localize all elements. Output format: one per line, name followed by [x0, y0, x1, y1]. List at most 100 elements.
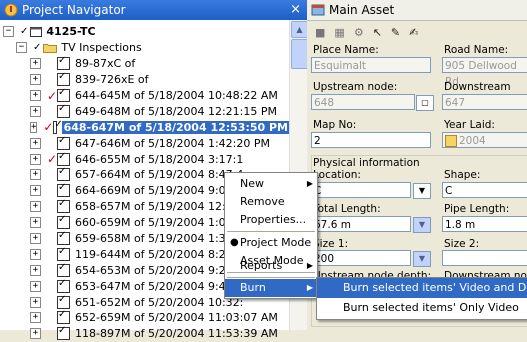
scroll-thumb[interactable]: [291, 39, 308, 69]
place-name-field[interactable]: Esquimalt: [311, 57, 431, 73]
tree-item[interactable]: +652-659M of 5/20/2004 11:03:07 AM: [0, 309, 290, 326]
menu-item-remove[interactable]: Remove: [225, 193, 317, 211]
checkbox-icon[interactable]: [57, 246, 70, 261]
expand-icon[interactable]: +: [30, 185, 41, 197]
total-length-field[interactable]: 67.6 m: [311, 216, 411, 232]
checkbox-icon[interactable]: [57, 103, 70, 118]
move-icon[interactable]: ↖: [373, 26, 382, 39]
expand-icon[interactable]: +: [30, 248, 41, 260]
tree-item[interactable]: +839-726xE of: [0, 71, 290, 88]
size1-label: Size 1:: [313, 238, 349, 250]
expand-icon[interactable]: +: [30, 312, 41, 324]
checkbox-icon[interactable]: [57, 309, 70, 325]
shape-field[interactable]: C: [442, 182, 527, 198]
draw-icon[interactable]: ✎: [391, 26, 400, 39]
scroll-up-icon[interactable]: ▲: [291, 21, 308, 38]
tools-icon[interactable]: ⚙: [354, 26, 364, 39]
tree-item[interactable]: +649-648M of 5/18/2004 12:21:15 PM: [0, 103, 290, 119]
expand-icon[interactable]: +: [30, 328, 41, 340]
save-icon[interactable]: ■: [315, 26, 325, 39]
tree-item[interactable]: + ✓ 648-647M of 5/18/2004 12:53:50 PM: [0, 119, 290, 135]
place-name-label: Place Name:: [313, 44, 379, 56]
chevron-down-icon[interactable]: ▼: [413, 217, 431, 233]
expand-icon[interactable]: +: [30, 233, 41, 245]
asset-icon: [311, 4, 325, 16]
asset-toolbar: ■ ▦ ⚙ ↖ ✎ ✍: [307, 21, 527, 43]
tree-folder[interactable]: − ✓ TV Inspections: [0, 40, 290, 56]
modified-check-icon: ✓: [47, 88, 58, 103]
checkbox-icon[interactable]: [57, 278, 70, 293]
checkbox-icon[interactable]: [57, 230, 70, 246]
expand-icon[interactable]: +: [30, 153, 41, 165]
menu-item-project-mode[interactable]: ● Project Mode: [225, 234, 317, 252]
expand-icon[interactable]: +: [30, 90, 41, 101]
expand-icon[interactable]: +: [30, 280, 41, 292]
location-field[interactable]: C: [311, 182, 411, 198]
road-name-field[interactable]: 905 Dellwood Rd: [442, 57, 527, 88]
tree-item-label: 658-657M of 5/19/2004 12:06:: [75, 200, 244, 214]
tree-item[interactable]: +89-87xC of: [0, 55, 290, 72]
tree-item-label: 649-648M of 5/18/2004 12:21:15 PM: [75, 104, 277, 118]
expand-icon[interactable]: +: [30, 201, 41, 213]
expand-icon[interactable]: +: [30, 137, 41, 149]
tree-item[interactable]: + ✓ 646-655M of 5/18/2004 3:17:1: [0, 151, 290, 167]
checkbox-icon[interactable]: [57, 262, 70, 277]
chevron-down-icon[interactable]: ▼: [413, 251, 431, 267]
menu-separator: [227, 277, 315, 278]
tree-item[interactable]: +118-897M of 5/20/2004 11:53:39 AM: [0, 325, 290, 342]
menu-item-burn[interactable]: Burn ▶: [225, 279, 317, 297]
road-name-label: Road Name:: [444, 44, 509, 56]
checkbox-icon[interactable]: [57, 135, 70, 150]
year-laid-label: Year Laid:: [444, 119, 495, 131]
tree-item-label: 89-87xC of: [75, 57, 136, 71]
menu-item-properties[interactable]: Properties...: [225, 211, 317, 229]
checkbox-icon[interactable]: [57, 214, 70, 230]
expand-icon[interactable]: +: [30, 169, 41, 181]
pipe-length-field[interactable]: 1.8 m: [442, 216, 527, 232]
menu-item-label: New: [240, 177, 264, 190]
close-icon[interactable]: ×: [290, 2, 301, 17]
upstream-field[interactable]: 648: [311, 94, 415, 110]
checkbox-icon[interactable]: [57, 71, 70, 87]
expand-icon[interactable]: +: [30, 217, 41, 229]
expand-icon[interactable]: +: [30, 74, 41, 86]
checkbox-icon[interactable]: [57, 182, 70, 198]
tree-item-label: 657-664M of 5/19/2004 8:47:4: [75, 168, 244, 182]
tree-item-label: 119-644M of 5/20/2004 8:28:1: [75, 247, 244, 261]
edit-icon[interactable]: ✍: [409, 26, 418, 39]
submenu-arrow-icon: ▶: [306, 283, 313, 292]
checkbox-icon[interactable]: [57, 198, 70, 214]
expand-icon[interactable]: +: [30, 105, 41, 117]
size1-field[interactable]: 200: [311, 250, 411, 266]
expand-icon[interactable]: +: [30, 296, 41, 308]
chevron-down-icon[interactable]: ▼: [413, 183, 431, 199]
checkbox-icon[interactable]: [57, 55, 70, 71]
tree-root[interactable]: − ✓ 4125-TC: [0, 24, 290, 40]
collapse-icon[interactable]: −: [3, 26, 14, 38]
checkbox-icon[interactable]: [57, 294, 70, 309]
tree-item[interactable]: +647-646M of 5/18/2004 1:42:20 PM: [0, 135, 290, 151]
pipe-length-label: Pipe Length:: [444, 203, 510, 215]
checkbox-icon[interactable]: [53, 119, 63, 134]
size2-field[interactable]: [442, 250, 527, 266]
checkbox-icon[interactable]: [57, 151, 70, 166]
checkbox-icon[interactable]: [57, 166, 70, 182]
menu-item-burn-only-video[interactable]: Burn selected items' Only Video: [317, 298, 527, 318]
modified-check-icon: ✓: [43, 120, 54, 135]
browse-icon[interactable]: ▢: [416, 95, 434, 111]
tree-item[interactable]: + ✓ 644-645M of 5/18/2004 10:48:22 AM: [0, 87, 290, 104]
expand-icon[interactable]: +: [30, 58, 41, 70]
checkbox-icon[interactable]: [57, 325, 70, 341]
map-no-field[interactable]: 2: [311, 132, 431, 148]
checkbox-icon[interactable]: [57, 87, 70, 102]
expand-icon[interactable]: +: [30, 264, 41, 276]
menu-item-burn-video-data[interactable]: Burn selected items' Video and Data: [317, 278, 527, 298]
calendar-icon[interactable]: [445, 135, 457, 147]
collapse-icon[interactable]: −: [16, 42, 27, 54]
downstream-field[interactable]: 647: [442, 94, 527, 110]
grid-icon[interactable]: ▦: [334, 26, 344, 39]
menu-item-new[interactable]: New ▶: [225, 175, 317, 193]
shape-label: Shape:: [444, 169, 481, 181]
expand-icon[interactable]: +: [30, 121, 38, 133]
menu-item-reports[interactable]: Reports ▶: [225, 257, 317, 275]
